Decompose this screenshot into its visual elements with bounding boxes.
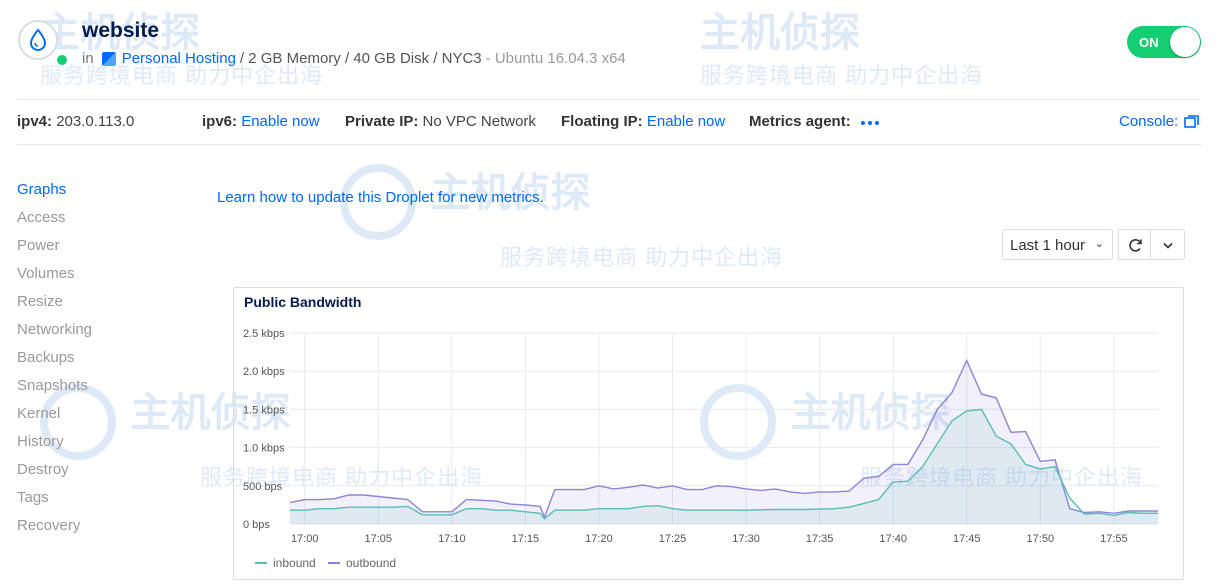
x-tick-label: 17:15 [512, 533, 540, 545]
ipv4-value: 203.0.113.0 [56, 113, 135, 130]
sidebar-item-snapshots[interactable]: Snapshots [17, 377, 88, 394]
sidebar-item-backups[interactable]: Backups [17, 349, 75, 366]
ipv6-label: ipv6: [202, 113, 238, 130]
sidebar-item-recovery[interactable]: Recovery [17, 517, 80, 534]
ipv6-info: ipv6: Enable now [202, 113, 320, 130]
project-link[interactable]: Personal Hosting [122, 50, 236, 67]
inbound-swatch [255, 562, 267, 564]
watermark: 主机侦探 服务跨境电商 助力中企出海 [40, 0, 323, 90]
watermark: 主机侦探 服务跨境电商 助力中企出海 [340, 160, 783, 272]
floating-ip-enable-link[interactable]: Enable now [647, 113, 725, 130]
y-tick-label: 0 bps [243, 519, 270, 531]
legend-item-outbound[interactable]: outbound [328, 556, 396, 570]
x-tick-label: 17:40 [879, 533, 907, 545]
watermark: 主机侦探 服务跨境电商 助力中企出海 [700, 0, 983, 90]
metrics-agent-label: Metrics agent: [749, 113, 851, 130]
refresh-options-button[interactable] [1151, 229, 1185, 260]
sidebar-item-networking[interactable]: Networking [17, 321, 92, 338]
droplet-subtitle: in Personal Hosting / 2 GB Memory / 40 G… [82, 50, 626, 67]
chevron-down-icon: ⌄ [1094, 238, 1104, 250]
watermark-text: 主机侦探 [700, 11, 860, 55]
sidebar-item-tags[interactable]: Tags [17, 489, 49, 506]
y-tick-label: 1.5 kbps [243, 404, 285, 416]
x-tick-label: 17:25 [659, 533, 687, 545]
droplet-icon [18, 20, 58, 60]
x-tick-label: 17:10 [438, 533, 466, 545]
watermark-subtext: 服务跨境电商 助力中企出海 [700, 63, 984, 88]
power-toggle-knob [1170, 27, 1200, 57]
more-dots-icon[interactable] [861, 121, 879, 125]
x-tick-label: 17:20 [585, 533, 613, 545]
legend-item-inbound[interactable]: inbound [255, 556, 316, 570]
sidebar-item-resize[interactable]: Resize [17, 293, 63, 310]
y-tick-label: 1.0 kbps [243, 443, 285, 455]
refresh-icon [1129, 239, 1142, 252]
power-toggle[interactable]: ON [1127, 26, 1201, 58]
time-range-value: Last 1 hour [1010, 237, 1086, 254]
divider [17, 144, 1201, 145]
refresh-button[interactable] [1118, 229, 1151, 260]
sidebar-item-power[interactable]: Power [17, 237, 60, 254]
x-tick-label: 17:45 [953, 533, 981, 545]
sidebar-item-access[interactable]: Access [17, 209, 65, 226]
water-drop-icon [29, 29, 47, 51]
ipv4-info: ipv4: 203.0.113.0 [17, 113, 134, 130]
console-link[interactable]: Console: [1119, 113, 1200, 130]
in-label: in [82, 50, 94, 67]
external-window-icon [1184, 115, 1200, 128]
droplet-name: website [82, 19, 160, 42]
power-toggle-label: ON [1139, 35, 1159, 50]
y-tick-label: 2.5 kbps [243, 328, 285, 340]
x-tick-label: 17:00 [291, 533, 319, 545]
sidebar-item-kernel[interactable]: Kernel [17, 405, 60, 422]
chevron-down-icon [1163, 242, 1173, 249]
droplet-os: - Ubuntu 16.04.3 x64 [485, 50, 626, 67]
floating-ip-label: Floating IP: [561, 113, 643, 130]
y-tick-label: 2.0 kbps [243, 366, 285, 378]
learn-metrics-link[interactable]: Learn how to update this Droplet for new… [217, 189, 544, 206]
private-ip-info: Private IP: No VPC Network [345, 113, 536, 130]
x-tick-label: 17:30 [732, 533, 760, 545]
chart-title: Public Bandwidth [244, 294, 362, 310]
divider [17, 99, 1201, 100]
sidebar-item-volumes[interactable]: Volumes [17, 265, 75, 282]
metrics-agent-info: Metrics agent: [749, 113, 851, 130]
bandwidth-chart: 0 bps 500 bps 1.0 kbps 1.5 kbps 2.0 kbps 2.5 … [243, 328, 1158, 545]
status-online-dot [55, 53, 69, 67]
watermark-subtext: 服务跨境电商 助力中企出海 [500, 244, 784, 270]
x-tick-label: 17:55 [1100, 533, 1128, 545]
private-ip-label: Private IP: [345, 113, 419, 130]
sidebar-item-destroy[interactable]: Destroy [17, 461, 69, 478]
project-icon [101, 51, 116, 66]
legend-label-outbound: outbound [346, 556, 397, 570]
y-tick-label: 500 bps [243, 481, 283, 493]
sidebar-item-graphs[interactable]: Graphs [17, 181, 66, 198]
droplet-specs: / 2 GB Memory / 40 GB Disk / NYC3 [239, 50, 482, 67]
x-tick-label: 17:35 [806, 533, 834, 545]
console-label: Console: [1119, 113, 1179, 130]
outbound-swatch [328, 562, 340, 564]
x-tick-label: 17:50 [1027, 533, 1055, 545]
floating-ip-info: Floating IP: Enable now [561, 113, 725, 130]
time-range-select[interactable]: Last 1 hour ⌄ [1002, 229, 1113, 260]
legend-label-inbound: inbound [273, 556, 316, 570]
ipv6-enable-link[interactable]: Enable now [241, 113, 319, 130]
x-tick-label: 17:05 [365, 533, 393, 545]
sidebar-item-history[interactable]: History [17, 433, 64, 450]
private-ip-value: No VPC Network [422, 113, 536, 130]
ipv4-label: ipv4: [17, 113, 53, 130]
